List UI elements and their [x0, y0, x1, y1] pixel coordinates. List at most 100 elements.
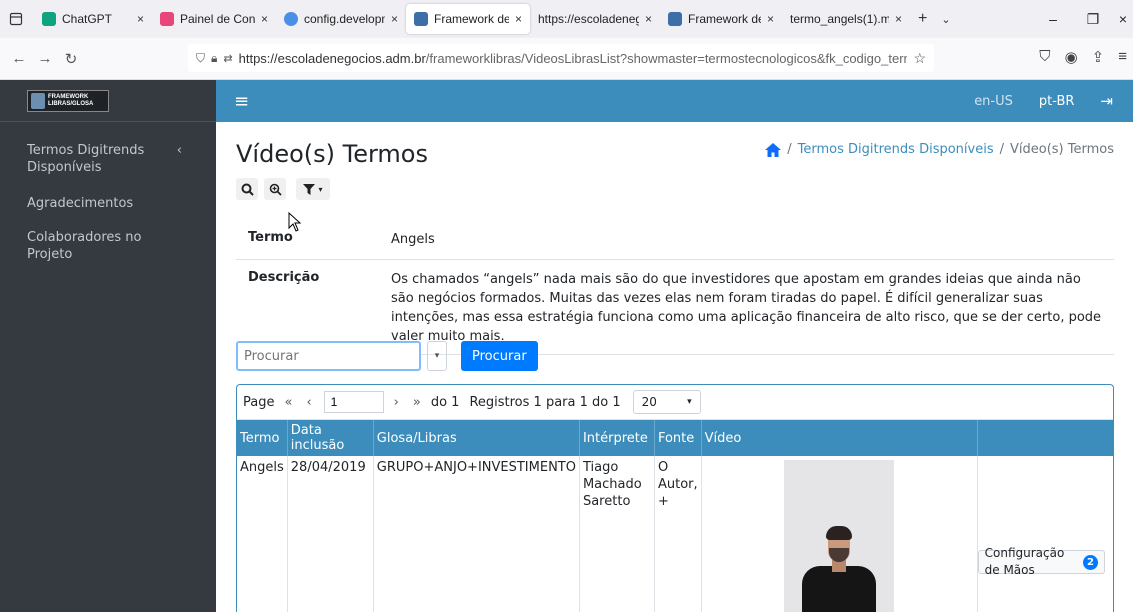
term-value: Angels	[391, 232, 435, 247]
interpreter-hair	[826, 526, 853, 540]
reload-icon[interactable]: ↻	[58, 50, 84, 68]
url-text[interactable]: https://escoladenegocios.adm.br/framewor…	[239, 51, 908, 66]
cell-video	[701, 456, 978, 612]
chevron-left-icon: ‹	[176, 143, 182, 158]
close-tab-icon[interactable]: ×	[391, 12, 398, 26]
hand-configuration-label: Configuração de Mãos	[984, 546, 1065, 577]
sidebar-item-agradecimentos[interactable]: Agradecimentos	[0, 189, 216, 218]
column-header-actions	[977, 420, 1113, 456]
breadcrumb-separator: /	[999, 142, 1004, 157]
advanced-search-icon[interactable]	[264, 178, 286, 200]
column-header-interprete[interactable]: Intérprete	[579, 420, 655, 456]
permissions-icon[interactable]: ⇄	[223, 52, 232, 65]
description-value: Os chamados “angels” nada mais são do qu…	[391, 272, 1102, 344]
home-icon[interactable]	[765, 142, 782, 157]
cell-data: 28/04/2019	[287, 456, 374, 612]
search-options-dropdown-icon[interactable]: ▾	[427, 341, 447, 371]
tab-title: config.developme	[304, 12, 385, 26]
sidebar: FRAMEWORK LIBRAS/GLOSA Termos Digitrends …	[0, 80, 216, 612]
browser-tab[interactable]: Framework de Lib ×	[660, 4, 782, 34]
url-domain: https://escoladenegocios.adm.br	[238, 50, 426, 66]
tab-overflow-chevron-icon[interactable]: ⌄	[941, 13, 950, 26]
column-header-glosa[interactable]: Glosa/Libras	[373, 420, 580, 456]
video-player[interactable]	[784, 460, 895, 612]
minimize-icon[interactable]: –	[1033, 11, 1073, 28]
share-icon[interactable]: ⇪	[1092, 48, 1105, 66]
cell-glosa: GRUPO+ANJO+INVESTIMENTO	[373, 456, 580, 612]
sidebar-item-termos[interactable]: Termos Digitrends Disponíveis ‹	[0, 136, 216, 182]
hand-configuration-count-badge: 2	[1083, 554, 1098, 570]
framework-logo[interactable]: FRAMEWORK LIBRAS/GLOSA	[27, 89, 109, 112]
breadcrumb: / Termos Digitrends Disponíveis / Vídeo(…	[765, 142, 1114, 157]
framework-favicon-icon	[668, 12, 682, 26]
sidebar-menu: Termos Digitrends Disponíveis ‹ Agradeci…	[0, 122, 216, 269]
hamburger-menu-icon[interactable]: ≡	[234, 91, 249, 112]
restore-icon[interactable]: ❐	[1073, 11, 1113, 28]
tab-list-icon[interactable]	[4, 7, 28, 31]
page-size-value: 20	[641, 395, 657, 409]
prev-page-icon[interactable]: ‹	[302, 395, 315, 410]
tab-title: ChatGPT	[62, 12, 113, 26]
cell-fonte: O Autor, +	[654, 456, 702, 612]
next-page-icon[interactable]: ›	[390, 395, 403, 410]
browser-tab[interactable]: config.developme ×	[276, 4, 406, 34]
logout-icon[interactable]: ⇥	[1100, 92, 1113, 110]
page-number-input[interactable]	[323, 391, 384, 413]
column-header-termo[interactable]: Termo	[237, 420, 288, 456]
interpreter-torso	[802, 566, 877, 612]
description-label: Descrição	[248, 270, 320, 285]
breadcrumb-link-termos[interactable]: Termos Digitrends Disponíveis	[798, 142, 994, 157]
browser-tab[interactable]: ChatGPT ×	[34, 4, 152, 34]
browser-tab-active[interactable]: Framework de Lib ×	[406, 4, 530, 34]
search-input[interactable]	[236, 341, 421, 371]
pocket-icon[interactable]: ⛉	[1039, 48, 1050, 66]
bookmark-star-icon[interactable]: ☆	[913, 50, 926, 67]
menu-icon[interactable]: ≡	[1118, 48, 1127, 66]
lock-icon[interactable]: 🔒︎	[211, 51, 217, 66]
window-close-icon[interactable]: ×	[1113, 11, 1133, 28]
hand-configuration-button[interactable]: Configuração de Mãos 2	[977, 546, 1105, 577]
lang-en-link[interactable]: en-US	[974, 94, 1013, 109]
new-tab-icon[interactable]: +	[918, 10, 927, 28]
filter-dropdown-icon[interactable]: ▾	[296, 178, 330, 200]
browser-tab-bar: ChatGPT × Painel de Control × config.dev…	[0, 0, 1133, 38]
page-size-select[interactable]: 20 ▾	[632, 390, 701, 414]
back-icon[interactable]: ←	[6, 50, 32, 67]
column-header-data[interactable]: Data inclusão	[287, 420, 374, 456]
close-tab-icon[interactable]: ×	[767, 12, 774, 26]
table-header-row: Termo Data inclusão Glosa/Libras Intérpr…	[237, 420, 1113, 456]
browser-tab[interactable]: https://escoladenego ×	[530, 4, 660, 34]
column-header-fonte[interactable]: Fonte	[654, 420, 702, 456]
sidebar-item-label: Colaboradores no Projeto	[27, 230, 142, 262]
address-bar[interactable]: ⛉ 🔒︎ ⇄ https://escoladenegocios.adm.br/f…	[188, 44, 934, 72]
app-topbar: ≡ en-US pt-BR ⇥	[216, 80, 1133, 122]
logo-text-line-2: LIBRAS/GLOSA	[48, 100, 94, 107]
config-favicon-icon	[284, 12, 298, 26]
forward-icon[interactable]: →	[32, 50, 58, 67]
shield-icon[interactable]: ⛉	[196, 51, 205, 66]
browser-tab[interactable]: termo_angels(1).mp4 ×	[782, 4, 910, 34]
logo-hand-icon	[31, 92, 45, 109]
first-page-icon[interactable]: «	[280, 395, 296, 410]
account-icon[interactable]: ◉	[1065, 48, 1078, 66]
tab-title: Framework de Lib	[688, 12, 761, 26]
close-tab-icon[interactable]: ×	[645, 12, 652, 26]
search-button[interactable]: Procurar	[461, 341, 538, 371]
column-header-video[interactable]: Vídeo	[701, 420, 978, 456]
close-tab-icon[interactable]: ×	[261, 12, 268, 26]
records-info: Registros 1 para 1 do 1	[469, 394, 621, 410]
brand-area: FRAMEWORK LIBRAS/GLOSA	[0, 80, 216, 122]
close-tab-icon[interactable]: ×	[895, 12, 902, 26]
tab-title: https://escoladenego	[538, 12, 639, 26]
browser-tab[interactable]: Painel de Control ×	[152, 4, 276, 34]
url-path: /frameworklibras/VideosLibrasList?showma…	[425, 50, 908, 66]
close-tab-icon[interactable]: ×	[137, 12, 144, 26]
lang-pt-link[interactable]: pt-BR	[1039, 94, 1075, 109]
close-tab-icon[interactable]: ×	[515, 12, 522, 26]
interpreter-beard	[829, 548, 850, 562]
term-label: Termo	[248, 230, 293, 245]
sidebar-item-colaboradores[interactable]: Colaboradores no Projeto	[0, 223, 216, 269]
search-icon[interactable]	[236, 178, 258, 200]
last-page-icon[interactable]: »	[409, 395, 425, 410]
logo-text: FRAMEWORK LIBRAS/GLOSA	[48, 94, 93, 108]
